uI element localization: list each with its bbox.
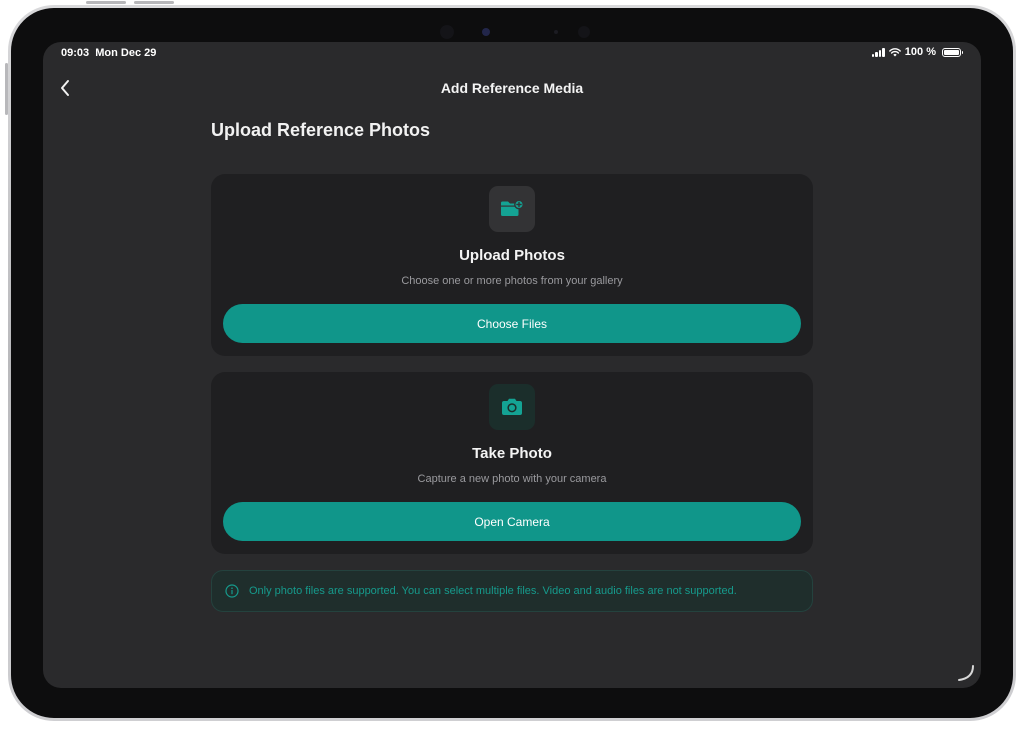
nav-title: Add Reference Media (440, 80, 584, 96)
navigation-bar: Add Reference Media (43, 74, 981, 102)
info-notice: Only photo files are supported. You can … (211, 570, 813, 612)
sensor-dot-small (554, 30, 558, 34)
status-indicators: 100 % (871, 46, 963, 58)
wifi-icon (888, 47, 901, 56)
top-button-right (134, 1, 174, 4)
camera-icon (502, 398, 522, 415)
status-time: 09:03 (61, 47, 90, 59)
app-screen: 09:03 Mon Dec 29 100 % Add Reference Med… (43, 42, 981, 688)
card-title: Upload Photos (459, 247, 565, 264)
sensor-dot-right (578, 26, 590, 38)
battery-percent: 100 % (904, 46, 936, 58)
upload-icon-tile (489, 186, 535, 232)
top-button-left (86, 1, 126, 4)
page-title: Upload Reference Photos (211, 120, 431, 140)
side-button (5, 63, 8, 115)
card-title: Take Photo (472, 445, 552, 462)
cellular-signal-icon (871, 47, 885, 57)
battery-icon (942, 47, 963, 57)
card-subtitle: Capture a new photo with your camera (417, 473, 607, 485)
sensor-dot (440, 25, 454, 39)
folder-plus-icon (501, 199, 524, 216)
camera-icon-tile (489, 384, 535, 430)
card-subtitle: Choose one or more photos from your gall… (401, 275, 623, 287)
upload-photos-card: Upload Photos Choose one or more photos … (211, 174, 813, 356)
open-camera-button[interactable]: Open Camera (223, 502, 801, 541)
status-bar: 09:03 Mon Dec 29 100 % (43, 42, 981, 64)
status-date: Mon Dec 29 (95, 47, 157, 59)
choose-files-button[interactable]: Choose Files (223, 304, 801, 343)
take-photo-card: Take Photo Capture a new photo with your… (211, 372, 813, 554)
main-content: Upload Reference Photos Upload Photos Ch… (211, 118, 813, 612)
resize-handle-icon[interactable] (957, 664, 975, 682)
camera-housing (436, 21, 606, 43)
status-time-date: 09:03 Mon Dec 29 (61, 47, 156, 59)
info-icon (225, 584, 239, 598)
camera-lens (482, 28, 490, 36)
notice-text: Only photo files are supported. You can … (249, 585, 737, 597)
